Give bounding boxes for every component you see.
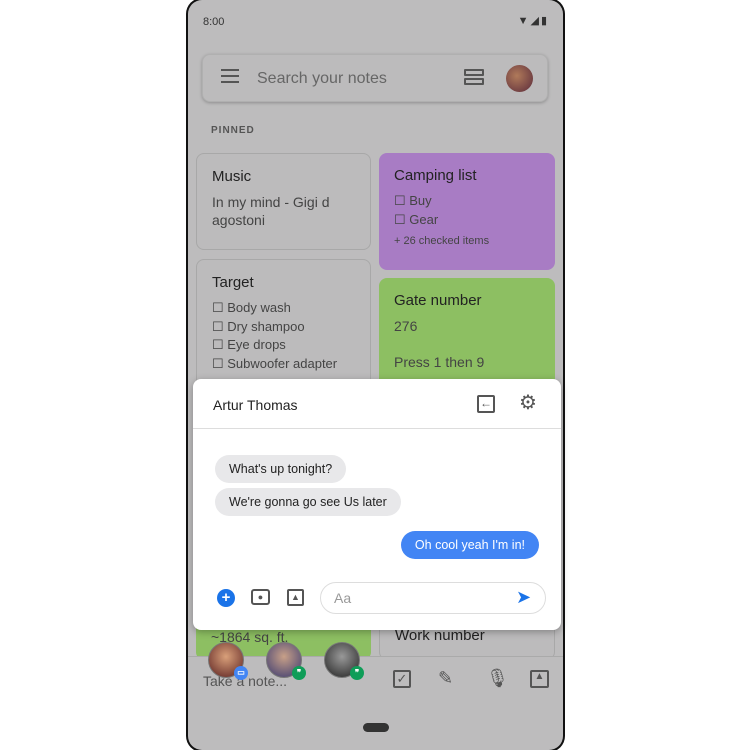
message-received: We're gonna go see Us later [215, 488, 401, 516]
note-line: 276 [394, 318, 418, 334]
brush-icon[interactable]: ✎ [438, 669, 453, 687]
checklist-item: ☐ Gear [394, 211, 439, 227]
home-handle[interactable] [363, 723, 389, 732]
note-title: Music [212, 168, 252, 185]
send-icon[interactable]: ➤ [516, 588, 531, 606]
layout-toggle-icon[interactable] [464, 69, 484, 87]
phone-screen: 8:00 ▼◢▮ Search your notes PINNED Music … [188, 0, 563, 750]
messages-badge-icon: ▭ [234, 666, 248, 680]
checkbox-icon[interactable]: ✓ [393, 670, 411, 688]
gallery-icon[interactable]: ▲ [287, 589, 304, 606]
status-icons: ▼◢▮ [518, 14, 549, 27]
message-received: What's up tonight? [215, 455, 347, 483]
hangouts-badge-icon: ❞ [350, 666, 364, 680]
settings-icon[interactable]: ⚙ [519, 393, 537, 413]
chat-head-artur[interactable]: ▭ [208, 642, 248, 680]
note-title: Camping list [394, 167, 477, 184]
mic-icon[interactable]: 🎙 [486, 669, 509, 687]
status-time: 8:00 [203, 16, 225, 28]
camera-icon[interactable]: ● [251, 589, 270, 605]
account-avatar[interactable] [506, 65, 533, 92]
checklist-item: ☐ Subwoofer adapter [212, 355, 338, 371]
note-target[interactable]: Target ☐ Body wash ☐ Dry shampoo ☐ Eye d… [196, 259, 371, 399]
note-title: Gate number [394, 292, 482, 309]
bottom-bar: Take a note... ✓ ✎ 🎙 ▲ [188, 656, 563, 704]
chat-contact-name: Artur Thomas [213, 397, 298, 413]
menu-icon[interactable] [221, 69, 239, 83]
image-icon[interactable]: ▲ [530, 670, 549, 688]
checklist-item: ☐ Dry shampoo [212, 318, 305, 334]
note-music[interactable]: Music In my mind - Gigi d agostoni [196, 153, 371, 250]
checklist-item: ☐ Buy [394, 193, 432, 208]
hangouts-badge-icon: ❞ [292, 666, 306, 680]
chat-bubble-window: Artur Thomas ← ⚙ What's up tonight? We'r… [193, 379, 561, 630]
chat-head-3[interactable]: ❞ [324, 642, 364, 680]
note-camping-list[interactable]: Camping list ☐ Buy ☐ Gear + 26 checked i… [379, 153, 555, 270]
note-body: In my mind - Gigi d agostoni [212, 194, 330, 228]
pinned-label: PINNED [211, 125, 255, 136]
minimize-icon[interactable]: ← [477, 395, 495, 413]
search-bar[interactable]: Search your notes [202, 54, 548, 102]
note-line: Press 1 then 9 [394, 354, 485, 370]
signal-icon: ◢ [530, 15, 541, 27]
battery-icon: ▮ [540, 15, 549, 27]
search-input[interactable]: Search your notes [257, 70, 387, 88]
divider [193, 428, 561, 429]
message-input[interactable]: Aa ➤ [320, 582, 546, 614]
note-title: Target [212, 274, 254, 291]
wifi-icon: ▼ [517, 15, 531, 27]
checklist-item: ☐ Eye drops [212, 337, 286, 352]
chat-head-2[interactable]: ❞ [266, 642, 306, 680]
add-icon[interactable]: + [217, 589, 235, 607]
message-placeholder: Aa [334, 590, 352, 606]
checklist-item: ☐ Body wash [212, 300, 291, 315]
message-sent: Oh cool yeah I'm in! [400, 531, 539, 559]
checked-items-count: + 26 checked items [394, 235, 490, 247]
